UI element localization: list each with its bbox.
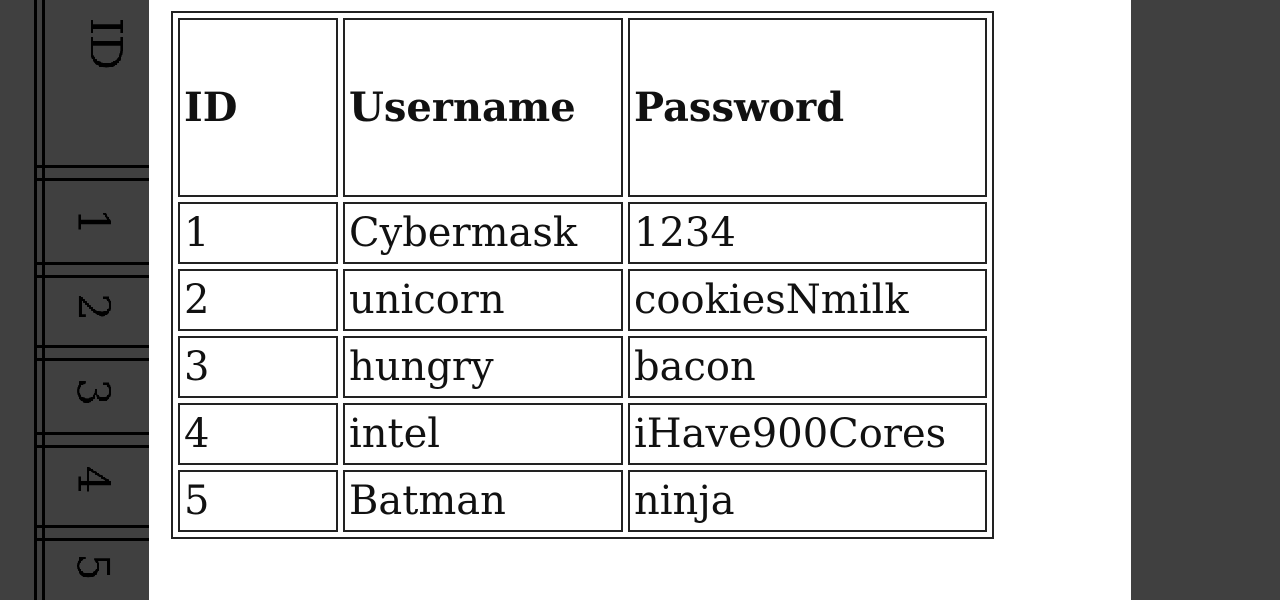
cell-id: 4: [178, 403, 338, 465]
ghost-label: ID: [79, 17, 131, 71]
cell-username: Cybermask: [343, 202, 623, 264]
ghost-label: 1: [67, 208, 118, 236]
cell-password: iHave900Cores: [628, 403, 987, 465]
ghost-border: [34, 345, 149, 348]
cell-username: Batman: [343, 470, 623, 532]
ghost-border: [34, 262, 149, 265]
cell-id: 5: [178, 470, 338, 532]
table-header-row: ID Username Password: [178, 18, 987, 197]
cell-password: 1234: [628, 202, 987, 264]
table-row: 5 Batman ninja: [178, 470, 987, 532]
header-username: Username: [343, 18, 623, 197]
ghost-border: [34, 432, 149, 435]
table-row: 1 Cybermask 1234: [178, 202, 987, 264]
cell-username: hungry: [343, 336, 623, 398]
ghost-label: 2: [67, 293, 118, 321]
video-frame: ID 1 2 3 4 5 ID Username Password 1 Cybe…: [0, 0, 1280, 600]
cell-username: unicorn: [343, 269, 623, 331]
ghost-label: 3: [67, 378, 118, 406]
left-ghost-table: ID 1 2 3 4 5: [34, 0, 149, 600]
ghost-border: [34, 525, 149, 528]
header-id: ID: [178, 18, 338, 197]
ghost-border: [42, 0, 45, 600]
right-blurred-strip: [1131, 0, 1280, 600]
ghost-border: [34, 445, 149, 448]
table-row: 4 intel iHave900Cores: [178, 403, 987, 465]
ghost-border: [34, 0, 37, 600]
ghost-border: [34, 165, 149, 168]
ghost-border: [34, 358, 149, 361]
ghost-border: [34, 275, 149, 278]
cell-id: 3: [178, 336, 338, 398]
cell-password: bacon: [628, 336, 987, 398]
users-table: ID Username Password 1 Cybermask 1234 2 …: [171, 11, 994, 539]
cell-password: cookiesNmilk: [628, 269, 987, 331]
left-blurred-strip: ID 1 2 3 4 5: [0, 0, 149, 600]
ghost-label: 4: [67, 466, 118, 494]
ghost-label: 5: [67, 553, 118, 581]
ghost-border: [34, 538, 149, 541]
cell-id: 2: [178, 269, 338, 331]
cell-password: ninja: [628, 470, 987, 532]
table-row: 2 unicorn cookiesNmilk: [178, 269, 987, 331]
header-password: Password: [628, 18, 987, 197]
cell-id: 1: [178, 202, 338, 264]
cell-username: intel: [343, 403, 623, 465]
table-row: 3 hungry bacon: [178, 336, 987, 398]
ghost-border: [34, 178, 149, 181]
